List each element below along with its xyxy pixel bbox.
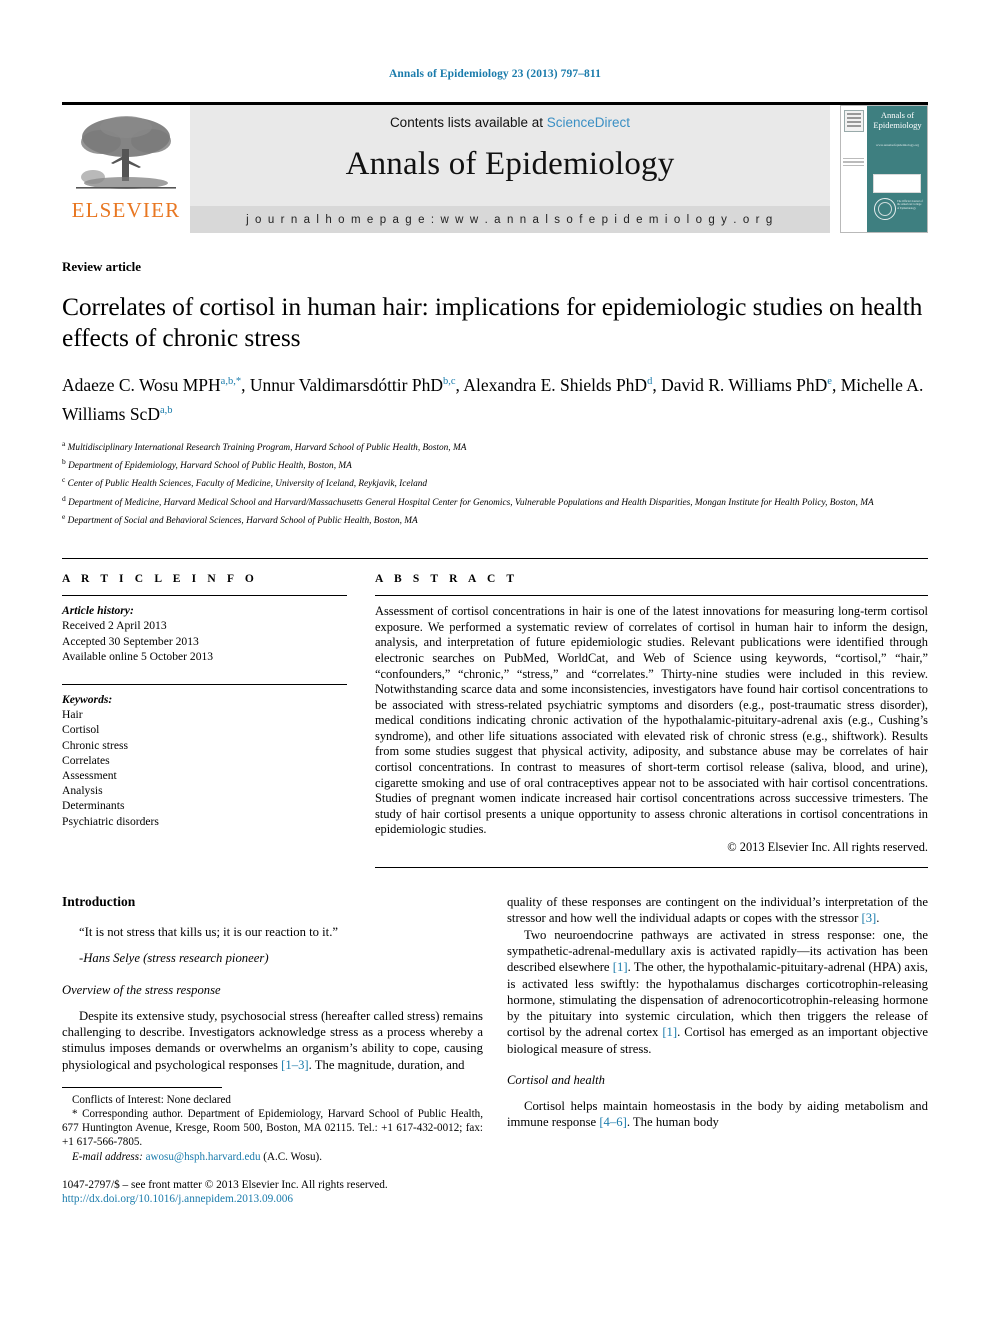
subheading-cortisol-and-health: Cortisol and health [507, 1073, 605, 1088]
doi-link[interactable]: http://dx.doi.org/10.1016/j.annepidem.20… [62, 1192, 483, 1207]
article-info-rule [62, 595, 347, 597]
article-history-label: Article history: [62, 604, 134, 618]
article-history: Article history: Received 2 April 2013 A… [62, 603, 347, 664]
keyword-item: Chronic stress [62, 738, 129, 752]
history-online: Available online 5 October 2013 [62, 649, 214, 663]
sciencedirect-link[interactable]: ScienceDirect [547, 115, 630, 130]
abstract-text: Assessment of cortisol concentrations in… [375, 604, 928, 837]
footnote-email: E-mail address: awosu@hsph.harvard.edu (… [72, 1150, 322, 1163]
keyword-item: Determinants [62, 799, 125, 813]
keywords-block: Keywords: Hair Cortisol Chronic stress C… [62, 683, 347, 829]
author-3-affil-marks: d [647, 376, 653, 387]
author-1: Adaeze C. Wosu MPHa,b,* [62, 374, 242, 395]
keywords-rule [62, 683, 347, 685]
keyword-item: Correlates [62, 753, 110, 767]
citation-ref[interactable]: [1–3] [281, 1058, 308, 1072]
journal-cover-thumbnail: Annals of Epidemiology www.annalsofepide… [840, 105, 928, 233]
front-matter-line: 1047-2797/$ – see front matter © 2013 El… [62, 1178, 388, 1191]
author-5-affil-marks: a,b [159, 404, 173, 416]
journal-masthead: ELSEVIER Contents lists available at Sci… [62, 102, 928, 233]
keyword-item: Analysis [62, 784, 103, 798]
journal-title: Annals of Epidemiology [345, 146, 675, 182]
front-matter-block: 1047-2797/$ – see front matter © 2013 El… [62, 1178, 483, 1207]
body-column-right: quality of these responses are contingen… [507, 894, 928, 1207]
keywords-label: Keywords: [62, 692, 113, 706]
affiliation-list: a Multidisciplinary International Resear… [62, 437, 928, 528]
author-1-affil-marks: a,b,* [220, 376, 242, 387]
cover-badge-icon [844, 110, 864, 132]
affiliation-c: c Center of Public Health Sciences, Facu… [62, 475, 428, 490]
citation-ref[interactable]: [1] [662, 1025, 677, 1039]
elsevier-tree-icon [76, 116, 176, 189]
abstract-bottom-rule [375, 867, 928, 869]
epigraph-attribution: -Hans Selye (stress research pioneer) [79, 951, 269, 966]
right-paragraph-1: quality of these responses are contingen… [507, 895, 928, 926]
history-received: Received 2 April 2013 [62, 619, 167, 633]
elsevier-logo: ELSEVIER [62, 105, 190, 233]
keyword-item: Hair [62, 708, 83, 722]
article-page: Annals of Epidemiology 23 (2013) 797–811 [0, 0, 990, 1320]
masthead-center: Contents lists available at ScienceDirec… [190, 105, 830, 233]
info-abstract-block: A R T I C L E I N F O Article history: R… [62, 558, 928, 869]
cover-seal-text: The Official Journal of the American Col… [897, 200, 923, 210]
introduction-heading: Introduction [62, 894, 136, 910]
left-paragraph-1: Despite its extensive study, psychosocia… [62, 1008, 483, 1072]
right-paragraph-2: Two neuroendocrine pathways are activate… [507, 927, 928, 1056]
running-head: Annals of Epidemiology 23 (2013) 797–811 [389, 68, 601, 80]
cover-left-lines [843, 158, 864, 168]
keyword-item: Assessment [62, 768, 117, 782]
subheading-overview-stress-response: Overview of the stress response [62, 982, 221, 997]
abstract-copyright: © 2013 Elsevier Inc. All rights reserved… [727, 840, 928, 855]
footnote-conflicts: Conflicts of Interest: None declared [72, 1093, 231, 1106]
email-link[interactable]: awosu@hsph.harvard.edu [146, 1151, 261, 1163]
cover-white-box [873, 174, 921, 193]
affiliation-b: b Department of Epidemiology, Harvard Sc… [62, 456, 352, 472]
citation-ref[interactable]: [1] [613, 960, 628, 974]
keywords-list: Keywords: Hair Cortisol Chronic stress C… [62, 692, 347, 829]
body-column-left: Introduction “It is not stress that kill… [62, 894, 483, 1207]
author-3: Alexandra E. Shields PhDd [463, 374, 653, 395]
contents-prefix: Contents lists available at [389, 115, 547, 130]
author-list: Adaeze C. Wosu MPHa,b,*, Unnur Valdimars… [62, 374, 924, 424]
affiliation-a: a Multidisciplinary International Resear… [62, 438, 467, 453]
cover-title: Annals of Epidemiology [873, 110, 922, 130]
email-label: E-mail address: [72, 1150, 143, 1163]
author-2-affil-marks: b,c [443, 376, 456, 387]
cover-seal-icon [874, 198, 896, 220]
cover-url: www.annalsofepidemiology.org [875, 143, 920, 147]
body-columns: Introduction “It is not stress that kill… [62, 894, 928, 1207]
abstract-heading: A B S T R A C T [375, 573, 519, 586]
journal-homepage-bar[interactable]: j o u r n a l h o m e p a g e : w w w . … [190, 206, 830, 233]
article-info-heading: A R T I C L E I N F O [62, 573, 258, 586]
page-title: Correlates of cortisol in human hair: im… [62, 292, 923, 352]
contents-available-line: Contents lists available at ScienceDirec… [390, 115, 630, 130]
abstract-column: A B S T R A C T Assessment of cortisol c… [347, 573, 928, 869]
elsevier-wordmark: ELSEVIER [71, 198, 181, 222]
citation-ref[interactable]: [3] [861, 911, 876, 925]
affiliation-d: d Department of Medicine, Harvard Medica… [62, 493, 874, 508]
affiliation-e: e Department of Social and Behavioral Sc… [62, 511, 418, 526]
author-4-affil-marks: e [827, 376, 832, 387]
citation-ref[interactable]: [4–6] [599, 1115, 626, 1129]
keyword-item: Psychiatric disorders [62, 814, 159, 828]
history-accepted: Accepted 30 September 2013 [62, 634, 199, 648]
right-paragraph-3: Cortisol helps maintain homeostasis in t… [507, 1099, 928, 1130]
author-4: David R. Williams PhDe [661, 374, 832, 395]
keyword-item: Cortisol [62, 723, 100, 737]
abstract-rule [375, 595, 928, 597]
footnote-corresponding-author: * Corresponding author. Department of Ep… [62, 1108, 483, 1149]
article-info-column: A R T I C L E I N F O Article history: R… [62, 573, 347, 868]
article-type: Review article [62, 259, 142, 274]
author-2: Unnur Valdimarsdóttir PhDb,c [249, 374, 456, 395]
epigraph-quote: “It is not stress that kills us; it is o… [79, 925, 339, 940]
